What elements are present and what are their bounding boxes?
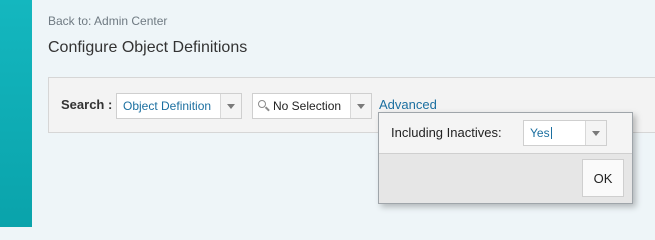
including-inactives-select[interactable]: Yes (523, 120, 607, 146)
object-value: No Selection (273, 99, 342, 113)
page-title: Configure Object Definitions (48, 39, 248, 56)
including-inactives-value: Yes (530, 126, 552, 140)
advanced-link[interactable]: Advanced (379, 97, 437, 112)
text-cursor (550, 127, 552, 139)
ok-button[interactable]: OK (582, 159, 624, 197)
object-type-value: Object Definition (123, 99, 212, 113)
chevron-down-icon (357, 104, 365, 109)
chevron-down-icon (227, 104, 235, 109)
object-select[interactable]: No Selection (252, 93, 372, 119)
popup-filter-row: Including Inactives: Yes (379, 113, 632, 154)
chevron-down-icon (592, 131, 600, 136)
including-inactives-dropdown-button[interactable] (585, 121, 606, 145)
search-label: Search : (61, 97, 113, 112)
object-dropdown-button[interactable] (350, 94, 371, 118)
object-type-select[interactable]: Object Definition (116, 93, 242, 119)
search-icon (258, 100, 266, 108)
including-inactives-label: Including Inactives: (391, 125, 502, 140)
object-type-dropdown-button[interactable] (220, 94, 241, 118)
advanced-search-popup: Including Inactives: Yes OK (378, 112, 633, 204)
left-rail (0, 0, 32, 227)
back-link[interactable]: Back to: Admin Center (48, 14, 167, 28)
page-content: Back to: Admin Center Configure Object D… (32, 0, 655, 227)
